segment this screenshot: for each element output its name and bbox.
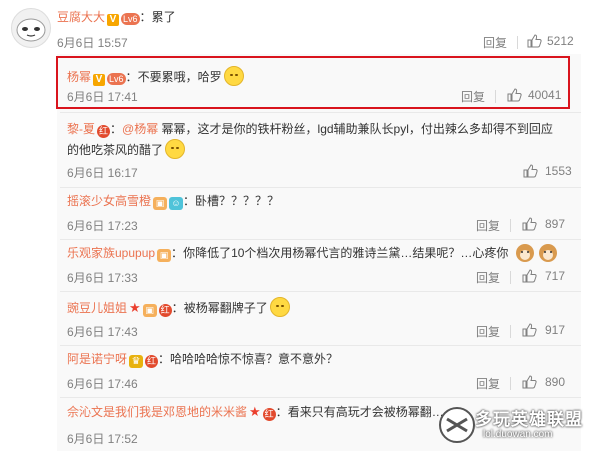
dog-emoji-icon <box>516 244 557 262</box>
comment-date: 6月6日 17:23 <box>67 219 138 233</box>
username[interactable]: 豌豆儿姐姐 <box>67 301 127 315</box>
avatar-image <box>16 18 46 42</box>
red-badge: 红 <box>158 304 172 317</box>
comment-text: 看来只有高玩才会被杨幂翻…… <box>287 405 456 419</box>
comment-text: 被杨幂翻牌子了 <box>183 301 268 315</box>
comment-date: 6月6日 16:17 <box>67 166 138 180</box>
comment-date: 6月6日 17:33 <box>67 271 138 285</box>
level-badge: Lv6 <box>121 13 140 25</box>
like-count: 897 <box>545 217 566 231</box>
comment-date: 6月6日 17:43 <box>67 325 138 339</box>
reply-item: 黎-夏红：@杨幂 幂幂，这才是你的铁杆粉丝，lgd辅助兼队长pyl，付出辣么多却… <box>67 122 572 180</box>
divider <box>510 219 511 232</box>
reply-item: 乐观家族upupup ▣ ：你降低了10个档次用杨幂代言的雅诗兰黛…结果呢？…心疼你… <box>67 244 581 290</box>
comment-date: 6月6日 17:46 <box>67 377 138 391</box>
thumbs-up-icon[interactable] <box>507 88 522 102</box>
comment-text: 不要累哦，哈罗 <box>137 70 222 84</box>
star-icon: ★ <box>249 404 261 419</box>
reply-item: 阿是诺宁呀 ♛ 红：哈哈哈哈惊不惊喜？意不意外？ 6月6日 17:46 回复 890 <box>67 352 566 392</box>
reply-item: 杨幂 V Lv6 ：不要累哦，哈罗 6月6日 17:41 回复 40041 <box>67 64 581 104</box>
reply-item: 佘沁文是我们我是邓恩地的米米酱 ★ 红：看来只有高玩才会被杨幂翻…… 6月6日 17… <box>67 404 456 446</box>
comment-text-continued: 的他吃茶风的醋了 <box>67 143 164 157</box>
divider <box>510 271 511 284</box>
like-count: 890 <box>545 375 566 389</box>
username[interactable]: 杨幂 <box>67 70 91 84</box>
divider <box>517 36 518 49</box>
red-badge: 红 <box>97 125 110 138</box>
divider <box>60 397 581 398</box>
comment-text: 累了 <box>151 10 176 24</box>
level-badge: Lv6 <box>107 73 126 85</box>
like-count: 1553 <box>545 164 572 178</box>
reply-button[interactable]: 回复 <box>461 88 485 105</box>
thumbs-up-icon[interactable] <box>522 217 537 231</box>
reply-button[interactable]: 回复 <box>476 323 500 340</box>
like-count: 917 <box>545 323 566 337</box>
like-count: 717 <box>545 269 566 283</box>
thumbs-up-icon[interactable] <box>522 323 537 337</box>
reply-button[interactable]: 回复 <box>476 375 500 392</box>
member-badge: ▣ <box>153 197 168 210</box>
divider <box>60 239 581 240</box>
divider <box>60 187 581 188</box>
verified-badge: V <box>93 74 106 86</box>
comment-date: 6月6日 15:57 <box>57 36 128 50</box>
comment-text: 卧槽？？？？？ <box>195 194 280 208</box>
member-badge: ▣ <box>142 304 157 317</box>
thumbs-up-icon[interactable] <box>523 164 538 178</box>
thumbs-up-icon[interactable] <box>527 34 542 48</box>
divider <box>510 377 511 390</box>
reply-button[interactable]: 回复 <box>476 269 500 286</box>
divider <box>60 112 581 113</box>
comment-text: 哈哈哈哈惊不惊喜？意不意外？ <box>170 352 339 366</box>
red-badge: 红 <box>145 355 159 368</box>
divider <box>495 90 496 103</box>
like-count: 5212 <box>547 34 574 48</box>
mention-link[interactable]: @杨幂 <box>122 122 158 136</box>
reply-button[interactable]: 回复 <box>483 34 507 51</box>
verified-badge: V <box>107 14 120 26</box>
star-icon: ★ <box>129 300 141 315</box>
reply-item: 豌豆儿姐姐 ★ ▣ 红：被杨幂翻牌子了 6月6日 17:43 回复 917 <box>67 297 581 342</box>
reply-item: 摇滚少女高雪橙 ▣ ☺ ：卧槽？？？？？ 6月6日 17:23 回复 897 <box>67 194 566 234</box>
comment-text: 幂幂，这才是你的铁杆粉丝，lgd辅助兼队长pyl，付出辣么多却得不到回应 <box>158 122 553 136</box>
main-comment: 豆腐大大 V Lv6 ：累了 6月6日 15:57 回复 5212 <box>57 10 574 51</box>
username[interactable]: 佘沁文是我们我是邓恩地的米米酱 <box>67 405 247 419</box>
smile-emoji-icon <box>223 66 244 86</box>
divider <box>60 345 581 346</box>
red-badge: 红 <box>262 408 276 421</box>
comment-date: 6月6日 17:41 <box>67 90 138 104</box>
reply-button[interactable]: 回复 <box>476 217 500 234</box>
username[interactable]: 豆腐大大 <box>57 10 105 24</box>
like-count: 40041 <box>528 88 562 102</box>
username[interactable]: 黎-夏 <box>67 122 95 136</box>
trophy-badge: ♛ <box>129 355 144 368</box>
thumbs-up-icon[interactable] <box>522 375 537 389</box>
comment-date: 6月6日 17:52 <box>67 432 138 446</box>
laughing-emoji-icon <box>165 139 186 159</box>
member-badge: ▣ <box>157 249 172 262</box>
username[interactable]: 阿是诺宁呀 <box>67 352 127 366</box>
cat-badge: ☺ <box>169 197 184 210</box>
divider <box>60 291 581 292</box>
username[interactable]: 摇滚少女高雪橙 <box>67 194 151 208</box>
username[interactable]: 乐观家族upupup <box>67 246 155 260</box>
comment-text: 你降低了10个档次用杨幂代言的雅诗兰黛…结果呢？…心疼你 <box>183 246 509 260</box>
avatar[interactable] <box>11 8 51 48</box>
shy-emoji-icon <box>269 297 290 317</box>
divider <box>510 325 511 338</box>
thumbs-up-icon[interactable] <box>522 269 537 283</box>
